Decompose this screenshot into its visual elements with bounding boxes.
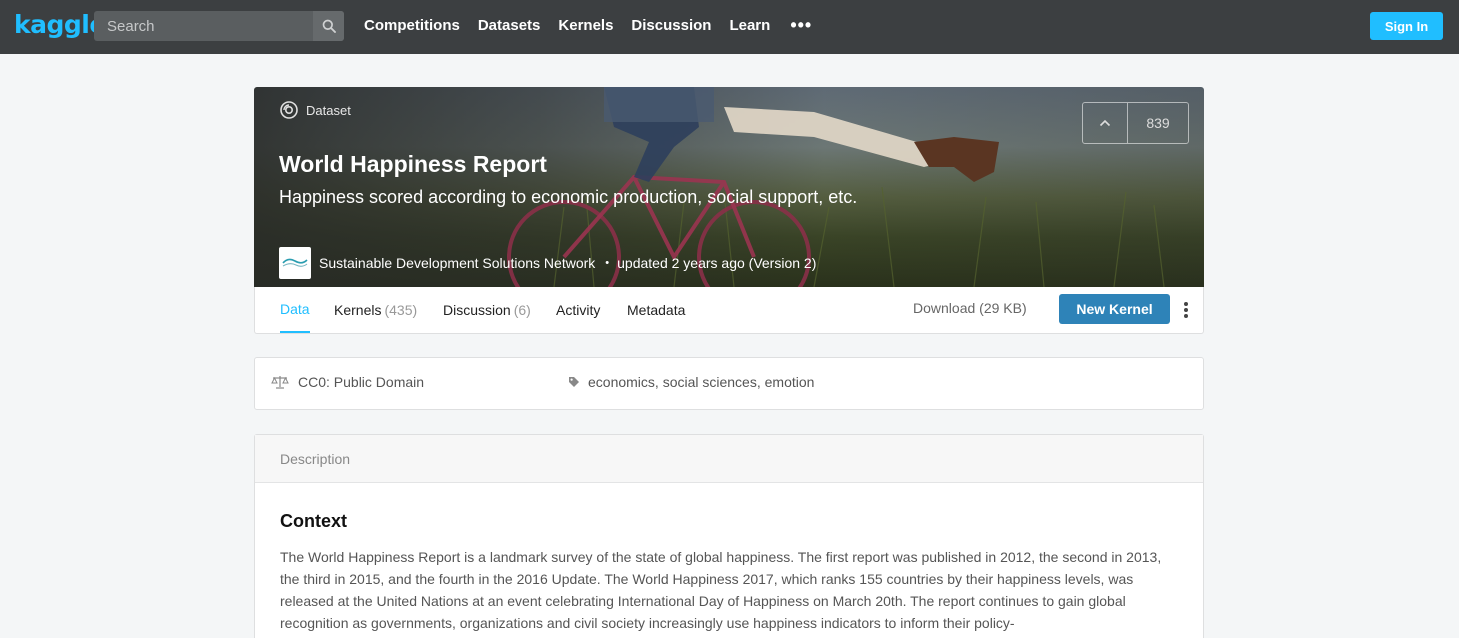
description-card: Description Context The World Happiness … bbox=[254, 434, 1204, 638]
kaggle-logo[interactable]: kaggle bbox=[14, 10, 106, 39]
tab-kernels-count: (435) bbox=[384, 302, 418, 318]
tag-icon bbox=[569, 377, 579, 387]
nav-kernels[interactable]: Kernels bbox=[558, 17, 613, 34]
license-text[interactable]: CC0: Public Domain bbox=[298, 374, 424, 390]
main-nav: Competitions Datasets Kernels Discussion… bbox=[364, 0, 812, 50]
tags-text[interactable]: economics, social sciences, emotion bbox=[588, 374, 814, 390]
owner-avatar[interactable] bbox=[279, 247, 311, 279]
dataset-icon bbox=[280, 101, 298, 119]
description-body: Context The World Happiness Report is a … bbox=[255, 483, 1203, 634]
search-icon bbox=[322, 19, 336, 33]
kebab-dot bbox=[1184, 314, 1188, 318]
more-menu-icon[interactable]: ••• bbox=[790, 15, 812, 36]
search-button[interactable] bbox=[313, 11, 344, 41]
owner-separator: • bbox=[605, 257, 610, 269]
license: CC0: Public Domain bbox=[271, 374, 424, 390]
tab-discussion-count: (6) bbox=[513, 302, 531, 318]
tab-discussion-label: Discussion bbox=[443, 302, 511, 318]
dataset-type-text: Dataset bbox=[306, 102, 351, 118]
tab-kernels-label: Kernels bbox=[334, 302, 382, 318]
nav-learn[interactable]: Learn bbox=[729, 17, 770, 34]
search-input[interactable] bbox=[94, 11, 312, 41]
description-heading: Context bbox=[280, 511, 347, 531]
upvote-count: 839 bbox=[1146, 115, 1170, 131]
dataset-hero-banner: Dataset World Happiness Report Happiness… bbox=[254, 87, 1204, 287]
dataset-owner: Sustainable Development Solutions Networ… bbox=[279, 247, 816, 279]
tab-metadata-label: Metadata bbox=[627, 302, 686, 318]
chevron-up-icon bbox=[1099, 119, 1111, 127]
upvote-button[interactable] bbox=[1083, 103, 1128, 143]
more-options-icon[interactable] bbox=[1180, 300, 1192, 320]
tab-kernels[interactable]: Kernels (435) bbox=[334, 287, 417, 333]
new-kernel-button[interactable]: New Kernel bbox=[1059, 294, 1170, 324]
tab-metadata[interactable]: Metadata bbox=[627, 287, 685, 333]
tab-discussion[interactable]: Discussion (6) bbox=[443, 287, 531, 333]
description-header: Description bbox=[255, 435, 1203, 483]
download-link[interactable]: Download (29 KB) bbox=[913, 300, 1027, 316]
owner-logo-icon bbox=[282, 258, 308, 267]
description-paragraph: The World Happiness Report is a landmark… bbox=[280, 549, 1162, 631]
dataset-info-bar: CC0: Public Domain economics, social sci… bbox=[254, 357, 1204, 410]
kebab-dot bbox=[1184, 308, 1188, 312]
dataset-title: World Happiness Report bbox=[279, 151, 547, 177]
top-nav: kaggle Competitions Datasets Kernels Dis… bbox=[0, 0, 1459, 54]
owner-name[interactable]: Sustainable Development Solutions Networ… bbox=[319, 255, 595, 271]
tab-data[interactable]: Data bbox=[280, 287, 310, 333]
nav-discussion[interactable]: Discussion bbox=[631, 17, 711, 34]
search-box bbox=[94, 11, 344, 41]
tab-activity-label: Activity bbox=[556, 302, 601, 318]
dataset-tabs-bar: Data Kernels (435) Discussion (6) Activi… bbox=[254, 287, 1204, 334]
dataset-type-label: Dataset bbox=[280, 101, 351, 119]
sign-in-button[interactable]: Sign In bbox=[1370, 12, 1443, 40]
nav-datasets[interactable]: Datasets bbox=[478, 17, 541, 34]
dataset-subtitle: Happiness scored according to economic p… bbox=[279, 187, 858, 207]
nav-competitions[interactable]: Competitions bbox=[364, 17, 460, 34]
scale-icon bbox=[271, 376, 289, 389]
tab-data-label: Data bbox=[280, 301, 310, 317]
kebab-dot bbox=[1184, 302, 1188, 306]
tags: economics, social sciences, emotion bbox=[568, 374, 814, 390]
updated-text: updated 2 years ago (Version 2) bbox=[617, 255, 817, 271]
upvote-widget: 839 bbox=[1082, 102, 1189, 144]
tab-activity[interactable]: Activity bbox=[556, 287, 600, 333]
